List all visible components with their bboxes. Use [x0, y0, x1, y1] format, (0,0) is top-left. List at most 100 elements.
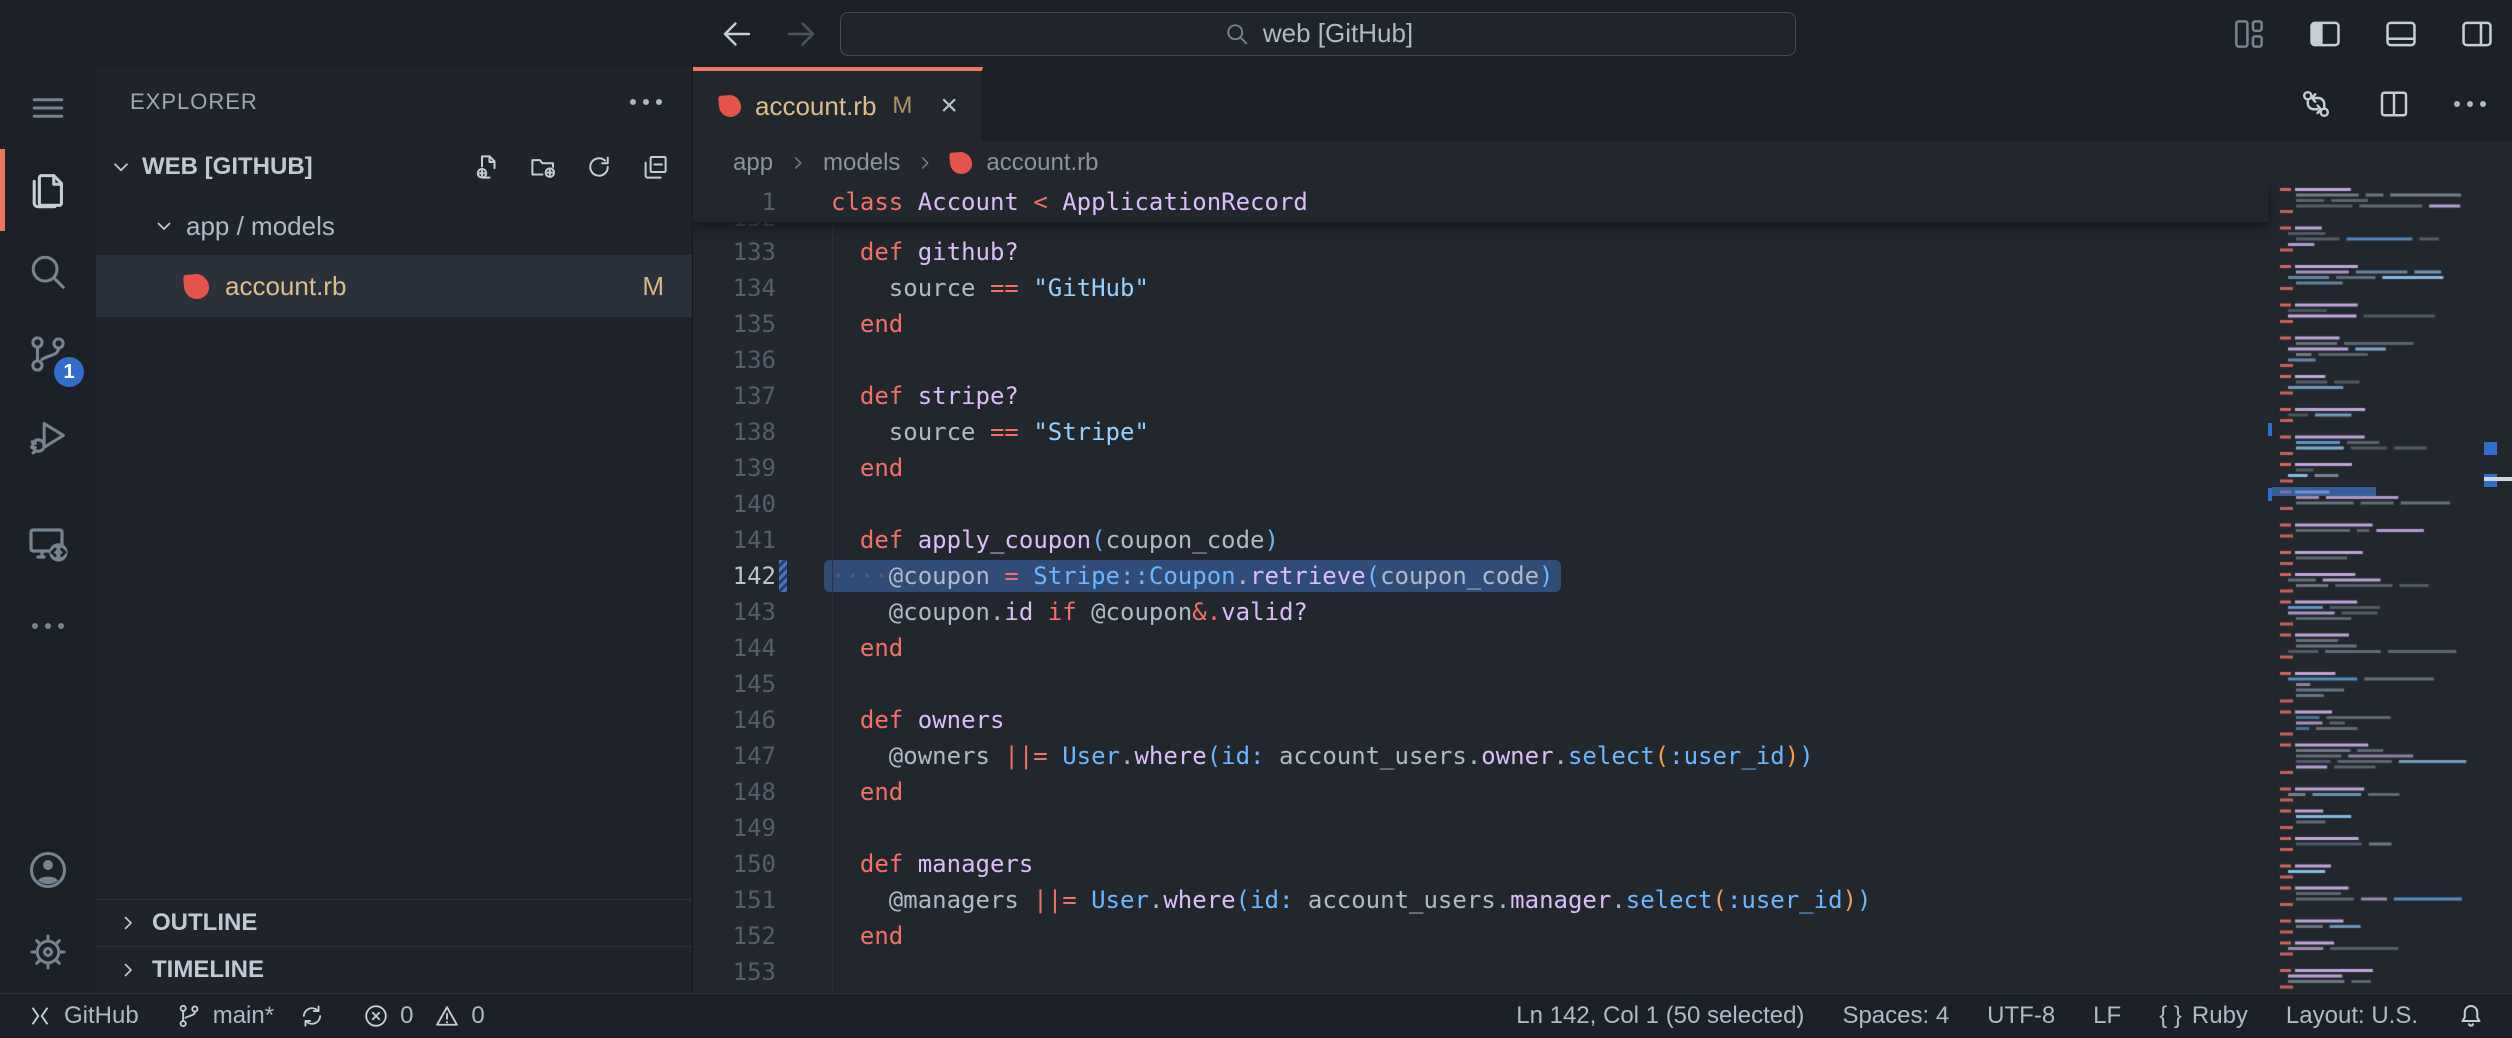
settings-button[interactable]	[0, 911, 96, 993]
sidebar-item-run-debug[interactable]	[0, 395, 96, 477]
code-line-148[interactable]: 148 end	[693, 774, 2268, 810]
line-number[interactable]: 133	[693, 238, 776, 266]
line-number[interactable]: 141	[693, 526, 776, 554]
tree-item-app-models[interactable]: app / models	[96, 197, 692, 255]
line-number[interactable]: 135	[693, 310, 776, 338]
line-content[interactable]: source == "GitHub"	[794, 270, 1149, 306]
remote-indicator[interactable]: GitHub	[26, 1002, 139, 1030]
line-number[interactable]: 151	[693, 886, 776, 914]
code-line-153[interactable]: 153	[693, 954, 2268, 990]
line-number[interactable]: 143	[693, 598, 776, 626]
line-number[interactable]: 139	[693, 454, 776, 482]
breadcrumb-item-app[interactable]: app	[733, 149, 773, 177]
sticky-line-1[interactable]: 1 class Account < ApplicationRecord	[693, 184, 2268, 220]
code-line-146[interactable]: 146 def owners	[693, 702, 2268, 738]
split-editor-icon[interactable]	[2376, 86, 2412, 122]
encoding-indicator[interactable]: UTF-8	[1987, 1002, 2055, 1030]
line-content[interactable]: def owners	[794, 702, 1004, 738]
code-line-132[interactable]: 132	[693, 222, 2268, 234]
workspace-section-header[interactable]: WEB [GITHUB]	[96, 137, 692, 197]
line-content[interactable]	[794, 954, 831, 990]
line-content[interactable]	[794, 810, 831, 846]
line-content[interactable]	[794, 666, 831, 702]
editor-more-actions-button[interactable]	[2454, 101, 2486, 107]
line-content[interactable]: def apply_coupon(coupon_code)	[794, 522, 1279, 558]
line-number[interactable]: 136	[693, 346, 776, 374]
branch-indicator[interactable]: main*	[175, 1002, 326, 1030]
line-content[interactable]: class Account < ApplicationRecord	[794, 184, 1308, 220]
line-number[interactable]: 140	[693, 490, 776, 518]
additional-views-button[interactable]	[0, 585, 96, 667]
indentation-indicator[interactable]: Spaces: 4	[1842, 1002, 1949, 1030]
accounts-button[interactable]	[0, 829, 96, 911]
code-editor[interactable]: 1 class Account < ApplicationRecord 132 1…	[693, 184, 2512, 993]
line-content[interactable]: def github?	[794, 234, 1019, 270]
new-folder-icon[interactable]	[528, 152, 558, 182]
sidebar-item-explorer[interactable]	[0, 149, 96, 231]
sticky-scroll-line[interactable]: 1 class Account < ApplicationRecord	[693, 184, 2268, 222]
line-content[interactable]: end	[794, 306, 903, 342]
line-content[interactable]: def stripe?	[794, 378, 1019, 414]
tree-item-account-rb[interactable]: account.rb M	[96, 255, 692, 317]
line-number[interactable]: 153	[693, 958, 776, 986]
sidebar-item-search[interactable]	[0, 231, 96, 313]
customize-layout-icon[interactable]	[2230, 15, 2268, 53]
line-number[interactable]: 149	[693, 814, 776, 842]
toggle-panel-icon[interactable]	[2382, 15, 2420, 53]
breadcrumb-item-models[interactable]: models	[823, 149, 900, 177]
notifications-button[interactable]	[2456, 1001, 2486, 1031]
navigate-back-button[interactable]	[714, 11, 760, 57]
code-line-144[interactable]: 144 end	[693, 630, 2268, 666]
sidebar-item-remote-explorer[interactable]	[0, 503, 96, 585]
line-number[interactable]: 150	[693, 850, 776, 878]
line-number[interactable]: 132	[693, 222, 776, 232]
line-number[interactable]: 147	[693, 742, 776, 770]
collapse-all-icon[interactable]	[640, 152, 670, 182]
line-content[interactable]: @owners ||= User.where(id: account_users…	[794, 738, 1814, 774]
code-line-149[interactable]: 149	[693, 810, 2268, 846]
new-file-icon[interactable]	[472, 152, 502, 182]
navigate-forward-button[interactable]	[778, 11, 824, 57]
line-number[interactable]: 148	[693, 778, 776, 806]
line-number[interactable]: 145	[693, 670, 776, 698]
code-line-141[interactable]: 141 def apply_coupon(coupon_code)	[693, 522, 2268, 558]
eol-indicator[interactable]: LF	[2093, 1002, 2121, 1030]
line-content[interactable]: end	[794, 774, 903, 810]
problems-indicator[interactable]: 0 0	[362, 1002, 485, 1030]
command-center-search[interactable]: web [GitHub]	[840, 12, 1796, 56]
refresh-icon[interactable]	[584, 152, 614, 182]
line-content[interactable]	[794, 486, 831, 522]
line-content[interactable]: ····@coupon = Stripe::Coupon.retrieve(co…	[794, 558, 1554, 594]
keyboard-layout-indicator[interactable]: Layout: U.S.	[2286, 1002, 2418, 1030]
code-line-139[interactable]: 139 end	[693, 450, 2268, 486]
open-changes-icon[interactable]	[2298, 86, 2334, 122]
code-line-150[interactable]: 150 def managers	[693, 846, 2268, 882]
timeline-section-header[interactable]: TIMELINE	[96, 946, 692, 993]
code-line-133[interactable]: 133 def github?	[693, 234, 2268, 270]
code-line-145[interactable]: 145	[693, 666, 2268, 702]
code-line-151[interactable]: 151 @managers ||= User.where(id: account…	[693, 882, 2268, 918]
line-number[interactable]: 137	[693, 382, 776, 410]
code-line-134[interactable]: 134 source == "GitHub"	[693, 270, 2268, 306]
minimap[interactable]	[2268, 184, 2496, 993]
line-number[interactable]: 144	[693, 634, 776, 662]
line-content[interactable]: @coupon.id if @coupon&.valid?	[794, 594, 1308, 630]
line-number[interactable]: 138	[693, 418, 776, 446]
code-line-140[interactable]: 140	[693, 486, 2268, 522]
application-menu-button[interactable]	[0, 67, 96, 149]
cursor-position-indicator[interactable]: Ln 142, Col 1 (50 selected)	[1516, 1002, 1804, 1030]
code-line-143[interactable]: 143 @coupon.id if @coupon&.valid?	[693, 594, 2268, 630]
outline-section-header[interactable]: OUTLINE	[96, 899, 692, 946]
language-mode-indicator[interactable]: { }Ruby	[2159, 1002, 2248, 1030]
line-number[interactable]: 134	[693, 274, 776, 302]
line-number[interactable]: 1	[693, 188, 776, 216]
breadcrumb-item-account-rb[interactable]: account.rb	[950, 149, 1098, 177]
line-number[interactable]: 146	[693, 706, 776, 734]
line-content[interactable]	[794, 222, 831, 234]
overview-ruler-scrollbar[interactable]	[2496, 184, 2512, 993]
sidebar-item-source-control[interactable]: 1	[0, 313, 96, 395]
line-content[interactable]: end	[794, 630, 903, 666]
line-content[interactable]: def managers	[794, 846, 1033, 882]
explorer-more-actions-button[interactable]	[630, 99, 662, 105]
code-line-135[interactable]: 135 end	[693, 306, 2268, 342]
